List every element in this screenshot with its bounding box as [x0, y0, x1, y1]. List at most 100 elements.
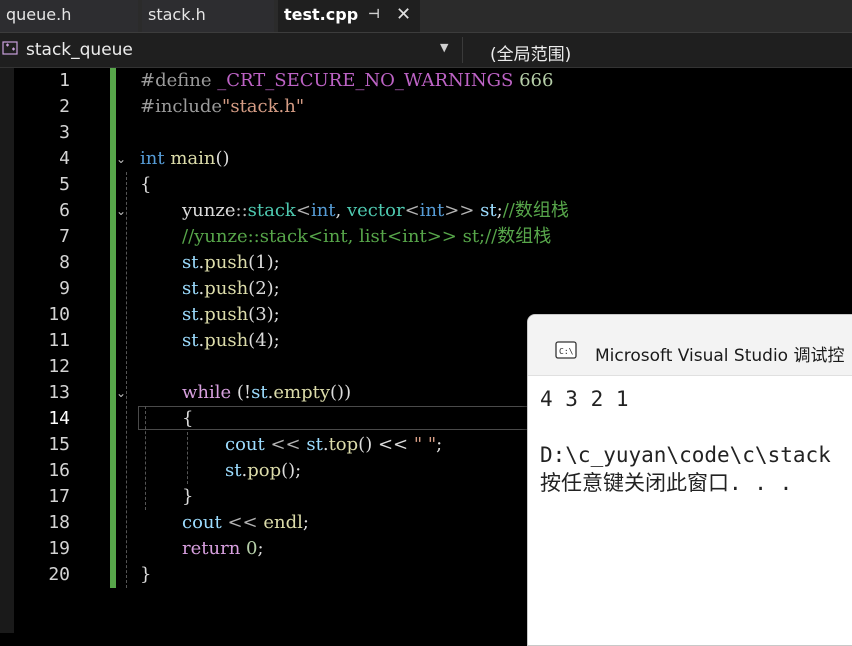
fold-toggle-icon[interactable]: ⌄ [116, 386, 126, 400]
code-line: int main() [140, 146, 230, 172]
variable: cout [225, 434, 265, 455]
code-line: #define _CRT_SECURE_NO_WARNINGS 666 [140, 68, 553, 94]
code-line: st.push(1); [182, 250, 280, 276]
indent-guide [145, 406, 146, 510]
code-line: } [182, 486, 194, 507]
control-keyword: while [182, 382, 232, 403]
operator: :: [235, 200, 248, 221]
line-number: 20 [48, 564, 70, 585]
number-literal: 0 [240, 538, 258, 559]
variable: st [225, 460, 242, 481]
type-name: vector [346, 200, 405, 221]
code-line: st.push(4); [182, 328, 280, 354]
function-name: pop [247, 460, 282, 481]
code-line: return 0; [182, 536, 264, 562]
punctuation: ; [302, 512, 309, 533]
line-number: 7 [59, 226, 70, 247]
line-number: 8 [59, 252, 70, 273]
comment-line: //yunze::stack<int, list<int>> st;//数组栈 [182, 226, 552, 247]
operator: << [221, 512, 264, 533]
line-number: 2 [59, 96, 70, 117]
code-line: while (!st.empty()) [182, 380, 351, 406]
console-title: Microsoft Visual Studio 调试控 [595, 346, 845, 366]
close-icon[interactable]: ✕ [396, 0, 411, 30]
line-number: 12 [48, 356, 70, 377]
keyword: int [310, 200, 336, 221]
output-line: D:\c_yuyan\code\c\stack [540, 443, 831, 467]
code-line: st.push(2); [182, 276, 280, 302]
fold-toggle-icon[interactable]: ⌄ [116, 152, 126, 166]
change-tracking-bar [110, 68, 116, 588]
debug-console-window[interactable]: C:\ Microsoft Visual Studio 调试控 4 3 2 1 … [527, 314, 852, 646]
tab-bar: queue.h stack.h test.cpp ⊣ ✕ [0, 0, 852, 33]
terminal-icon: C:\ [555, 341, 577, 359]
keyword: int [419, 200, 445, 221]
function-name: main [164, 148, 216, 169]
line-number: 9 [59, 278, 70, 299]
project-scope-dropdown[interactable]: stack_queue [26, 40, 133, 60]
global-scope-dropdown[interactable]: (全局范围) [490, 40, 571, 65]
arguments: (2); [248, 278, 280, 299]
string-literal: "stack.h" [222, 96, 305, 117]
function-name: empty [273, 382, 331, 403]
line-number-current: 14 [48, 408, 70, 429]
line-number: 17 [48, 486, 70, 507]
punctuation: (! [231, 382, 252, 403]
svg-text:C:\: C:\ [559, 347, 574, 356]
console-output: 4 3 2 1 D:\c_yuyan\code\c\stack 按任意键关闭此窗口… [540, 385, 831, 497]
code-line: } [140, 564, 152, 585]
operator: << [264, 434, 307, 455]
line-number: 3 [59, 122, 70, 143]
number-literal: 666 [513, 70, 554, 91]
control-keyword: return [182, 538, 241, 559]
output-line: 4 3 2 1 [540, 387, 629, 411]
function-name: push [204, 330, 249, 351]
punctuation: ()) [330, 382, 352, 403]
line-number: 6 [59, 200, 70, 221]
line-number: 15 [48, 434, 70, 455]
variable: st [306, 434, 323, 455]
code-line: yunze::stack<int, vector<int>> st;//数组栈 [182, 198, 569, 224]
punctuation: (); [281, 460, 302, 481]
punctuation: () << [358, 434, 414, 455]
navigation-bar: stack_queue ▼ (全局范围) [0, 33, 852, 68]
variable: st [182, 304, 199, 325]
code-line: cout << st.top() << " "; [225, 432, 442, 458]
function-name: push [204, 304, 249, 325]
code-line: st.push(3); [182, 302, 280, 328]
punctuation: ; [257, 538, 264, 559]
console-title-bar[interactable]: C:\ Microsoft Visual Studio 调试控 [528, 315, 852, 376]
function-name: push [204, 278, 249, 299]
preprocessor-directive: #include [140, 96, 223, 117]
line-number: 16 [48, 460, 70, 481]
tab-queue-h[interactable]: queue.h [0, 0, 138, 32]
arguments: (4); [248, 330, 280, 351]
chevron-down-icon[interactable]: ▼ [440, 41, 448, 54]
tab-label: stack.h [148, 5, 206, 24]
line-number: 13 [48, 382, 70, 403]
variable: st [182, 252, 199, 273]
arguments: (1); [248, 252, 280, 273]
code-line: st.pop(); [225, 458, 301, 484]
function-name: push [204, 252, 249, 273]
line-number: 5 [59, 174, 70, 195]
variable: st [182, 330, 199, 351]
punctuation: ; [436, 434, 443, 455]
punctuation: () [215, 148, 230, 169]
operator: < [404, 200, 420, 221]
macro-name: _CRT_SECURE_NO_WARNINGS [217, 70, 514, 91]
variable: st [480, 200, 497, 221]
operator: >> [444, 200, 481, 221]
fold-toggle-icon[interactable]: ⌄ [116, 204, 126, 218]
function-name: top [328, 434, 359, 455]
line-number: 10 [48, 304, 70, 325]
tab-label: queue.h [6, 5, 72, 24]
current-line-highlight [138, 406, 538, 430]
punctuation: , [335, 200, 347, 221]
code-line: #include"stack.h" [140, 94, 304, 120]
operator: < [295, 200, 311, 221]
tab-stack-h[interactable]: stack.h [142, 0, 274, 32]
pin-icon[interactable]: ⊣ [368, 0, 380, 30]
tab-test-cpp[interactable]: test.cpp ⊣ ✕ [278, 0, 420, 32]
code-line: { [182, 408, 194, 429]
